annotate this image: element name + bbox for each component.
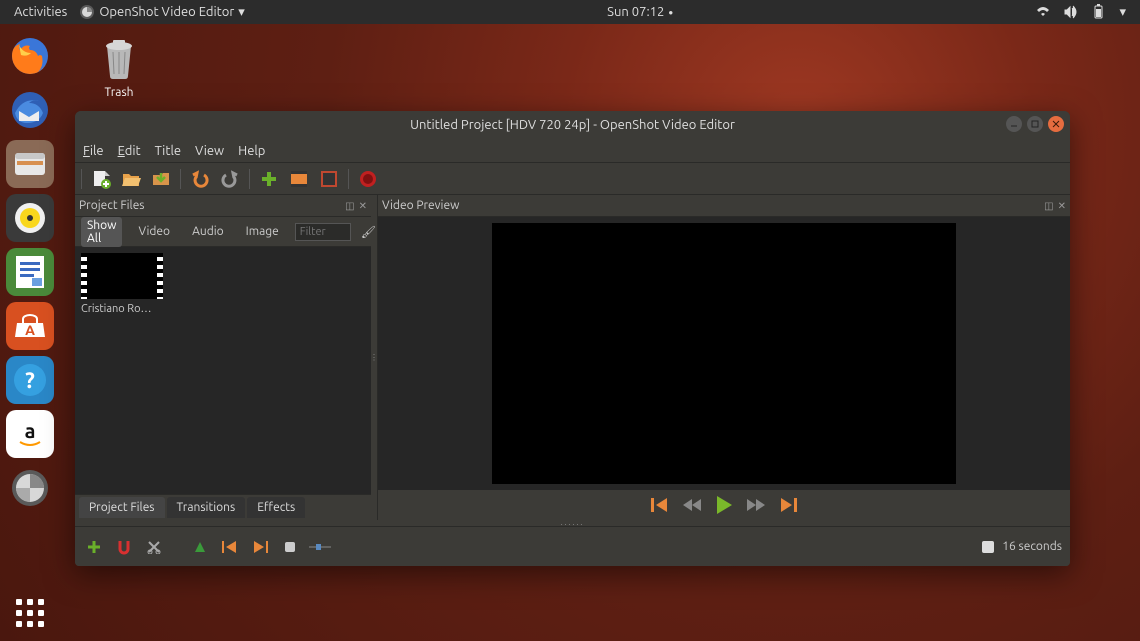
tab-transitions[interactable]: Transitions: [167, 497, 246, 518]
menu-file[interactable]: File: [83, 144, 104, 158]
fastforward-button[interactable]: [747, 499, 765, 511]
add-track-button[interactable]: [83, 536, 105, 558]
show-applications-button[interactable]: [16, 599, 44, 627]
video-preview-header: Video Preview: [382, 199, 459, 212]
fullscreen-button[interactable]: [316, 166, 342, 192]
window-title: Untitled Project [HDV 720 24p] - OpenSho…: [410, 118, 735, 132]
jump-end-button[interactable]: [779, 498, 797, 512]
new-project-button[interactable]: [88, 166, 114, 192]
import-button[interactable]: [256, 166, 282, 192]
openshot-icon[interactable]: [6, 464, 54, 512]
redo-button[interactable]: [217, 166, 243, 192]
video-canvas[interactable]: [384, 223, 1064, 484]
trash-label: Trash: [84, 86, 154, 99]
zoom-slider[interactable]: [309, 536, 331, 558]
app-menu[interactable]: OpenShot Video Editor ▾: [79, 4, 245, 20]
tab-effects[interactable]: Effects: [247, 497, 305, 518]
svg-text:?: ?: [25, 368, 35, 393]
snapping-button[interactable]: [113, 536, 135, 558]
undo-button[interactable]: [187, 166, 213, 192]
window-titlebar[interactable]: Untitled Project [HDV 720 24p] - OpenSho…: [75, 111, 1070, 139]
menu-view[interactable]: View: [195, 144, 224, 158]
filter-audio[interactable]: Audio: [186, 223, 230, 240]
svg-text:A: A: [25, 322, 35, 338]
menu-title[interactable]: Title: [155, 144, 181, 158]
maximize-button[interactable]: [1027, 116, 1043, 132]
launcher-dock: A ? a: [0, 26, 60, 512]
panel-undock-icon[interactable]: ◫: [1044, 200, 1053, 212]
center-playhead-button[interactable]: [279, 536, 301, 558]
razor-button[interactable]: [143, 536, 165, 558]
filter-show-all[interactable]: Show All: [81, 217, 122, 247]
save-project-button[interactable]: [148, 166, 174, 192]
firefox-icon[interactable]: [6, 32, 54, 80]
project-files-list[interactable]: Cristiano Ro…: [75, 247, 371, 494]
menu-edit[interactable]: Edit: [118, 144, 141, 158]
svg-text:a: a: [25, 419, 36, 442]
filter-video[interactable]: Video: [132, 223, 176, 240]
project-files-panel: Project Files ◫ ✕ Show All Video Audio Im…: [75, 195, 371, 520]
rewind-button[interactable]: [683, 499, 701, 511]
filter-input[interactable]: [295, 223, 351, 241]
activities-button[interactable]: Activities: [14, 5, 67, 19]
toolbar: [75, 163, 1070, 195]
thunderbird-icon[interactable]: [6, 86, 54, 134]
project-files-header: Project Files: [79, 199, 145, 212]
timeline-duration: 16 seconds: [1002, 540, 1062, 553]
clip-thumbnail[interactable]: Cristiano Ro…: [81, 253, 163, 315]
minimize-button[interactable]: [1006, 116, 1022, 132]
amazon-icon[interactable]: a: [6, 410, 54, 458]
filter-image[interactable]: Image: [240, 223, 285, 240]
add-marker-button[interactable]: [189, 536, 211, 558]
battery-icon[interactable]: [1091, 4, 1107, 20]
trash-desktop-icon[interactable]: Trash: [84, 34, 154, 99]
tab-project-files[interactable]: Project Files: [79, 497, 165, 518]
files-icon[interactable]: [6, 140, 54, 188]
video-preview-panel: Video Preview ◫ ✕: [377, 195, 1070, 520]
rhythmbox-icon[interactable]: [6, 194, 54, 242]
panel-close-icon[interactable]: ✕: [1058, 200, 1066, 212]
help-icon[interactable]: ?: [6, 356, 54, 404]
playback-controls: [378, 490, 1070, 520]
prev-marker-button[interactable]: [219, 536, 241, 558]
timeline-checkbox[interactable]: [982, 541, 994, 553]
libreoffice-writer-icon[interactable]: [6, 248, 54, 296]
panel-undock-icon[interactable]: ◫: [345, 200, 354, 212]
menu-help[interactable]: Help: [238, 144, 265, 158]
panel-close-icon[interactable]: ✕: [359, 200, 367, 212]
clock[interactable]: Sun 07:12 ●: [607, 5, 673, 19]
close-button[interactable]: [1048, 116, 1064, 132]
system-menu-chevron[interactable]: ▾: [1119, 5, 1126, 20]
export-button[interactable]: [355, 166, 381, 192]
open-project-button[interactable]: [118, 166, 144, 192]
menubar: File Edit Title View Help: [75, 139, 1070, 163]
clip-name: Cristiano Ro…: [81, 303, 163, 315]
openshot-window: Untitled Project [HDV 720 24p] - OpenSho…: [75, 111, 1070, 566]
play-button[interactable]: [715, 496, 733, 514]
profile-button[interactable]: [286, 166, 312, 192]
app-menu-label: OpenShot Video Editor: [99, 5, 234, 19]
jump-start-button[interactable]: [651, 498, 669, 512]
trash-icon: [95, 34, 143, 82]
film-strip-icon: [81, 253, 163, 299]
next-marker-button[interactable]: [249, 536, 271, 558]
wifi-icon[interactable]: [1035, 4, 1051, 20]
chevron-down-icon: ▾: [238, 5, 245, 20]
timeline-toolbar: 16 seconds: [75, 526, 1070, 566]
gnome-topbar: Activities OpenShot Video Editor ▾ Sun 0…: [0, 0, 1140, 24]
ubuntu-software-icon[interactable]: A: [6, 302, 54, 350]
volume-icon[interactable]: [1063, 4, 1079, 20]
